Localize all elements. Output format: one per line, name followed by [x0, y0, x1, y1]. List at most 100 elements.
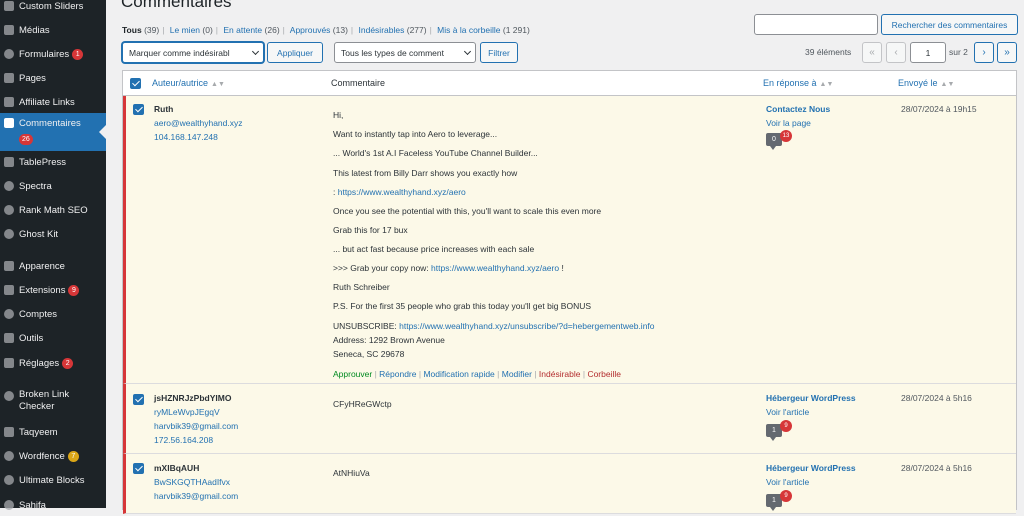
unsubscribe-link[interactable]: https://www.wealthyhand.xyz/unsubscribe/…	[399, 321, 654, 331]
search-comments-button[interactable]: Rechercher des commentaires	[881, 14, 1018, 35]
user-icon	[4, 309, 14, 319]
sidebar-item-ghost-kit[interactable]: Ghost Kit	[0, 223, 106, 245]
sidebar-item-ultimate-blocks[interactable]: Ultimate Blocks	[0, 469, 106, 491]
separator: |	[429, 25, 432, 35]
filter-pending[interactable]: En attente	[223, 25, 262, 35]
pending-comments-count[interactable]: 9	[780, 420, 792, 432]
filter-all[interactable]: Tous	[122, 25, 142, 35]
filter-mine-count: (0)	[202, 25, 213, 35]
comment-line: This latest from Billy Darr shows you ex…	[333, 168, 518, 178]
author-url[interactable]: BwSKGQTHAadIfvx	[154, 477, 230, 487]
response-post-title[interactable]: Contactez Nous	[766, 104, 830, 114]
comment-line: : https://www.wealthyhand.xyz/aero	[333, 187, 466, 197]
comment-icon	[4, 118, 14, 128]
spectra-icon	[4, 181, 14, 191]
star-icon	[4, 427, 14, 437]
comment-type-select[interactable]: Tous les types de comment	[334, 42, 476, 63]
comment-date[interactable]: 28/07/2024 à 5h16	[901, 463, 972, 473]
author-name: Ruth	[154, 104, 174, 114]
filter-trash[interactable]: Mis à la corbeille	[437, 25, 500, 35]
table-icon	[4, 157, 14, 167]
quick-edit-link[interactable]: Modification rapide	[423, 369, 494, 379]
select-all-checkbox[interactable]	[130, 78, 141, 89]
approve-link[interactable]: Approuver	[333, 369, 372, 379]
column-author-label: Auteur/autrice	[152, 78, 209, 88]
reply-link[interactable]: Répondre	[379, 369, 416, 379]
filter-spam[interactable]: Indésirables	[359, 25, 405, 35]
trash-link[interactable]: Corbeille	[587, 369, 621, 379]
filter-mine[interactable]: Le mien	[170, 25, 200, 35]
search-input[interactable]	[754, 14, 878, 35]
sidebar-item-wordfence[interactable]: Wordfence 7	[0, 445, 106, 467]
first-page-button[interactable]: «	[862, 42, 882, 63]
row-checkbox[interactable]	[133, 394, 144, 405]
comment-link[interactable]: https://www.wealthyhand.xyz/aero	[338, 187, 466, 197]
status-filter-links: Tous (39) | Le mien (0) | En attente (26) |…	[122, 25, 530, 35]
sidebar-item-broken-link-checker[interactable]: Broken Link Checker	[0, 387, 106, 415]
sidebar-item-outils[interactable]: Outils	[0, 327, 106, 349]
sidebar-item-tablepress[interactable]: TablePress	[0, 151, 106, 173]
comment-date[interactable]: 28/07/2024 à 19h15	[901, 104, 977, 114]
author-email[interactable]: harvbik39@gmail.com	[154, 421, 238, 431]
notification-badge: 26	[19, 134, 33, 145]
author-url[interactable]: ryMLeWvpJEgqV	[154, 407, 220, 417]
filter-pending-count: (26)	[264, 25, 280, 35]
response-view-link[interactable]: Voir l'article	[766, 477, 809, 487]
pending-comments-count[interactable]: 9	[780, 490, 792, 502]
comment-line: Hi,	[333, 110, 344, 120]
comment-link[interactable]: https://www.wealthyhand.xyz/aero	[431, 263, 559, 273]
sidebar-item-sahifa[interactable]: Sahifa	[0, 494, 106, 516]
comment-line: Seneca, SC 29678	[333, 349, 405, 359]
response-view-link[interactable]: Voir l'article	[766, 407, 809, 417]
author-email[interactable]: aero@wealthyhand.xyz	[154, 118, 242, 128]
column-response[interactable]: En réponse à ▲▼	[763, 78, 833, 88]
filter-approved-count: (13)	[332, 25, 348, 35]
table-row: Ruth aero@wealthyhand.xyz 104.168.147.24…	[123, 96, 1016, 384]
rankmath-icon	[4, 205, 14, 215]
sidebar-item-spectra[interactable]: Spectra	[0, 175, 106, 197]
current-page-input[interactable]: 1	[910, 42, 946, 63]
filter-button[interactable]: Filtrer	[480, 42, 518, 63]
column-date[interactable]: Envoyé le ▲▼	[898, 78, 954, 88]
sidebar-item-custom-sliders[interactable]: Custom Sliders	[0, 0, 106, 17]
spam-link[interactable]: Indésirable	[539, 369, 581, 379]
apply-button[interactable]: Appliquer	[267, 42, 323, 63]
pending-comments-count[interactable]: 13	[780, 130, 792, 142]
sidebar-item-reglages[interactable]: Réglages 2	[0, 352, 106, 374]
prev-page-button[interactable]: ‹	[886, 42, 906, 63]
author-ip[interactable]: 104.168.147.248	[154, 132, 218, 142]
sidebar-item-affiliate-links[interactable]: Affiliate Links	[0, 91, 106, 113]
sidebar-item-medias[interactable]: Médias	[0, 19, 106, 41]
response-view-link[interactable]: Voir la page	[766, 118, 811, 128]
filter-trash-count: (1 291)	[502, 25, 530, 35]
separator: |	[162, 25, 165, 35]
row-checkbox[interactable]	[133, 463, 144, 474]
sidebar-item-formulaires[interactable]: Formulaires 1	[0, 43, 106, 65]
author-email[interactable]: harvbik39@gmail.com	[154, 491, 238, 501]
author-ip[interactable]: 172.56.164.208	[154, 435, 213, 445]
comment-line: UNSUBSCRIBE: https://www.wealthyhand.xyz…	[333, 321, 655, 331]
last-page-button[interactable]: »	[997, 42, 1017, 63]
response-post-title[interactable]: Hébergeur WordPress	[766, 393, 856, 403]
notification-badge: 1	[72, 48, 84, 60]
sidebar-item-apparence[interactable]: Apparence	[0, 255, 106, 277]
comment-line: Once you see the potential with this, yo…	[333, 206, 602, 216]
sidebar-item-pages[interactable]: Pages	[0, 67, 106, 89]
next-page-button[interactable]: ›	[974, 42, 994, 63]
sidebar-item-commentaires[interactable]: Commentaires 26	[0, 113, 106, 151]
comment-date[interactable]: 28/07/2024 à 5h16	[901, 393, 972, 403]
bulk-action-select[interactable]: Marquer comme indésirabl	[122, 42, 264, 63]
row-checkbox[interactable]	[133, 104, 144, 115]
response-post-title[interactable]: Hébergeur WordPress	[766, 463, 856, 473]
sidebar-item-comptes[interactable]: Comptes	[0, 303, 106, 325]
theme-icon	[4, 500, 14, 510]
column-author[interactable]: Auteur/autrice ▲▼	[152, 78, 225, 88]
comment-line: >>> Grab your copy now: https://www.weal…	[333, 263, 564, 273]
filter-approved[interactable]: Approuvés	[290, 25, 331, 35]
sidebar-item-rank-math[interactable]: Rank Math SEO	[0, 199, 106, 221]
sidebar-item-extensions[interactable]: Extensions 9	[0, 279, 106, 301]
comment-line: Want to instantly tap into Aero to lever…	[333, 129, 498, 139]
edit-link[interactable]: Modifier	[502, 369, 532, 379]
sidebar-item-taqyeem[interactable]: Taqyeem	[0, 421, 106, 443]
separator: |	[282, 25, 285, 35]
